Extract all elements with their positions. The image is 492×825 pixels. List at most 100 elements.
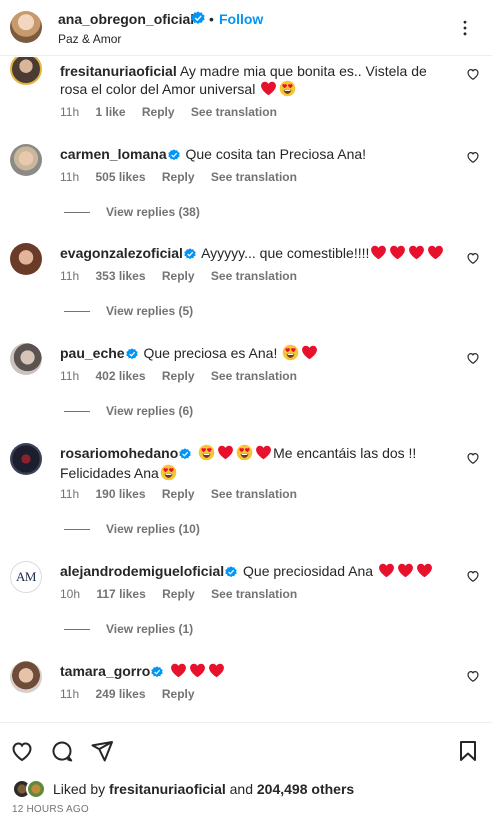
view-replies-label[interactable]: View replies (38) [106,205,200,219]
heart-outline-icon[interactable] [466,451,480,465]
post-timestamp[interactable]: 12 HOURS AGO [12,804,89,815]
view-replies-button[interactable]: View replies (10) [60,522,200,536]
likes-others-link[interactable]: 204,498 others [257,781,354,797]
more-horizontal-icon[interactable] [455,18,475,38]
likes-prefix: Liked by [53,781,106,797]
verified-badge-icon [225,564,237,582]
see-translation-button[interactable]: See translation [211,487,297,501]
comment-emojis [369,245,445,261]
red-heart-emoji [255,444,272,461]
see-translation-button[interactable]: See translation [211,369,297,383]
commenter-avatar[interactable] [10,144,42,176]
view-replies-label[interactable]: View replies (10) [106,522,200,536]
liker-avatar[interactable] [26,779,46,799]
comment-meta: 11h 1 like Reply See translation [60,105,290,119]
commenter-avatar[interactable] [10,57,42,85]
comment-likes[interactable]: 190 likes [95,487,145,501]
comment-meta: 11h 353 likes Reply See translation [60,269,310,283]
view-replies-button[interactable]: View replies (38) [60,205,200,219]
comments-list[interactable]: fresitanuriaoficial Ay madre mia que bon… [0,57,492,720]
comment-bubble-icon[interactable] [50,739,74,763]
comment-text: alejandrodemigueloficial Que preciosidad… [60,562,448,582]
view-replies-button[interactable]: View replies (1) [60,622,193,636]
see-translation-button[interactable]: See translation [211,170,297,184]
view-replies-label[interactable]: View replies (1) [106,622,193,636]
verified-badge-icon [179,446,191,464]
heart-outline-icon[interactable] [466,67,480,81]
reply-button[interactable]: Reply [162,687,195,701]
commenter-username[interactable]: pau_eche [60,345,125,361]
commenter-avatar[interactable] [10,661,42,693]
heart-eyes-emoji [236,444,253,461]
red-heart-emoji [416,562,433,579]
commenter-avatar[interactable]: AM [10,561,42,593]
view-replies-button[interactable]: View replies (5) [60,304,193,318]
commenter-avatar[interactable] [10,343,42,375]
comment-likes[interactable]: 505 likes [95,170,145,184]
comment-likes[interactable]: 1 like [95,105,125,119]
commenter-username[interactable]: tamara_gorro [60,663,150,679]
comment-text: fresitanuriaoficial Ay madre mia que bon… [60,62,448,98]
heart-outline-icon[interactable] [466,351,480,365]
comment-time: 11h [60,487,80,501]
reply-button[interactable]: Reply [162,170,195,184]
see-translation-button[interactable]: See translation [211,587,297,601]
author-avatar[interactable] [10,11,42,43]
comment-meta: 11h 505 likes Reply See translation [60,170,310,184]
comment-meta: 10h 117 likes Reply See translation [60,587,310,601]
see-translation-button[interactable]: See translation [191,105,277,119]
heart-eyes-emoji [282,344,299,361]
reply-button[interactable]: Reply [162,487,195,501]
liker-username[interactable]: fresitanuriaoficial [109,781,226,797]
comment-likes[interactable]: 353 likes [95,269,145,283]
likes-and: and [229,781,253,797]
heart-outline-icon[interactable] [10,739,34,763]
comment-emojis [259,80,297,97]
commenter-avatar[interactable] [10,243,42,275]
commenter-username[interactable]: fresitanuriaoficial [60,63,177,79]
commenter-username[interactable]: rosariomohedano [60,445,178,461]
comment-likes[interactable]: 249 likes [95,687,145,701]
reply-button[interactable]: Reply [142,105,175,119]
comment-time: 11h [60,105,80,119]
heart-outline-icon[interactable] [466,669,480,683]
comment-time: 11h [60,170,80,184]
post-subtitle[interactable]: Paz & Amor [58,32,121,46]
comment-emojis [197,444,273,461]
red-heart-emoji [427,244,444,261]
verified-badge-icon [184,246,196,264]
reply-button[interactable]: Reply [162,269,195,283]
heart-outline-icon[interactable] [466,150,480,164]
see-translation-button[interactable]: See translation [211,269,297,283]
red-heart-emoji [301,344,318,361]
reply-button[interactable]: Reply [162,587,195,601]
commenter-username[interactable]: alejandrodemigueloficial [60,563,224,579]
commenter-avatar[interactable] [10,443,42,475]
comment-emojis [377,563,434,579]
commenter-username[interactable]: carmen_lomana [60,146,167,162]
heart-outline-icon[interactable] [466,251,480,265]
heart-eyes-emoji [279,80,296,97]
comment-time: 11h [60,687,80,701]
heart-outline-icon[interactable] [466,569,480,583]
post-header: ana_obregon_oficial • Follow Paz & Amor [0,0,492,56]
paper-plane-icon[interactable] [90,739,114,763]
commenter-username[interactable]: evagonzalezoficial [60,245,183,261]
view-replies-button[interactable]: View replies (6) [60,404,193,418]
view-replies-label[interactable]: View replies (5) [106,304,193,318]
comment-emojis [159,464,178,481]
author-username[interactable]: ana_obregon_oficial [58,11,194,27]
comment-meta: 11h 190 likes Reply See translation [60,487,310,501]
follow-button[interactable]: Follow [219,11,263,27]
view-replies-label[interactable]: View replies (6) [106,404,193,418]
bookmark-icon[interactable] [456,739,480,763]
likes-text: Liked by fresitanuriaoficial and 204,498… [53,781,354,797]
comment-meta: 11h 402 likes Reply See translation [60,369,310,383]
verified-badge-icon [125,346,138,364]
comment-emojis [169,663,226,679]
comment-likes[interactable]: 117 likes [96,587,145,601]
comment-likes[interactable]: 402 likes [95,369,145,383]
reply-button[interactable]: Reply [162,369,195,383]
comment-message: Que cosita tan Preciosa Ana! [185,146,367,162]
comment-text: evagonzalezoficial Ayyyyy... que comesti… [60,244,448,264]
